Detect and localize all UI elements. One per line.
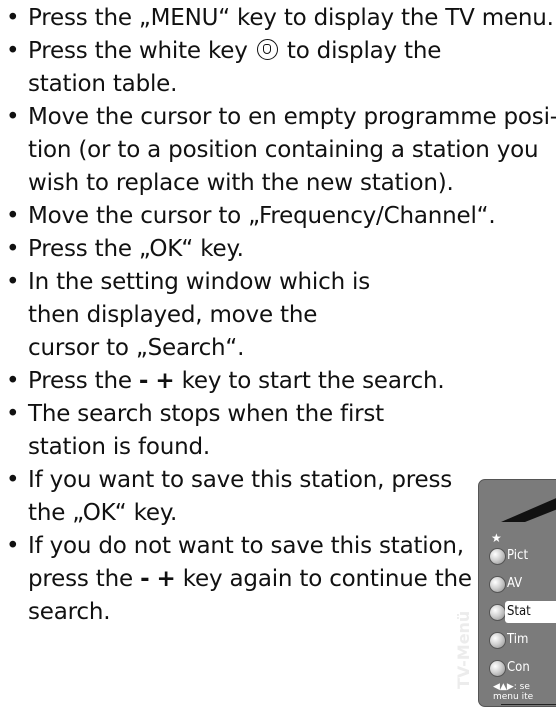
list-item-text: In the setting window which is then disp… [28,269,371,361]
menu-ball-icon [489,548,506,565]
list-item: • The search stops when the first statio… [6,398,466,464]
list-item: • In the setting window which is then di… [6,266,376,365]
list-item-text: Press the „OK“ key. [28,236,244,262]
tv-menu-item-label: Pict [507,548,529,563]
list-item-text: Press the „MENU“ key to display the TV m… [28,5,554,31]
list-item-text: Move the cursor to „Frequency/Channel“. [28,203,496,229]
bullet-dot: • [6,368,20,394]
list-item: • Press the white key to display the sta… [6,35,526,101]
list-item-text: If you want to save this station, press … [28,467,453,526]
list-item: • Press the „MENU“ key to display the TV… [6,2,556,35]
list-item: • Press the - + key to start the search. [6,365,466,398]
minus-key-label: - [140,566,150,592]
list-item: • Move the cursor to „Frequency/Channel“… [6,200,546,233]
star-icon: ★ [491,531,502,545]
bullet-dot: • [6,401,20,427]
list-item: • Move the cursor to en empty programme … [6,101,556,200]
menu-ball-icon [489,604,506,621]
list-item-text: key to start the search. [181,368,445,394]
hint-line: menu ite [493,692,534,702]
menu-ball-icon [489,576,506,593]
plus-key-label: + [156,566,176,592]
minus-key-label: - [138,368,149,394]
station-table-key-icon [256,39,278,60]
list-item-text: The search stops when the first station … [28,401,384,460]
bullet-dot: • [6,104,20,130]
list-item: • If you do not want to save this statio… [6,530,476,629]
tv-menu-item-timer[interactable]: Tim [485,629,556,651]
bullet-dot: • [6,467,20,493]
menu-ball-icon [489,632,506,649]
plus-key-label: + [155,368,175,394]
bullet-dot: • [6,533,20,559]
bullet-dot: • [6,236,20,262]
divider [501,704,556,705]
tv-menu-item-stations[interactable]: Stat [485,601,556,623]
hint-line: ◀▲▶: se [493,682,530,692]
bullet-dot: • [6,38,20,64]
tv-menu-panel: ★ Pict AV Stat Tim Con TV-Menü ◀▲▶: se m… [454,479,556,707]
tv-menu-item-av[interactable]: AV [485,573,556,595]
bullet-dot: • [6,203,20,229]
list-item-text: Press the [28,368,132,394]
list-item-text: Press the white key [28,38,248,64]
list-item: • Press the „OK“ key. [6,233,466,266]
tv-menu-item-label: Tim [507,632,529,647]
tv-menu-item-picture[interactable]: Pict [485,545,556,567]
bullet-dot: • [6,5,20,31]
tv-menu-item-label: AV [507,576,523,591]
tv-menu-item-label: Con [507,660,530,675]
bullet-dot: • [6,269,20,295]
list-item-text: Move the cursor to en empty programme po… [28,104,556,196]
tv-menu-item-label: Stat [507,604,531,619]
list-item: • If you want to save this station, pres… [6,464,466,530]
brand-logo [501,496,556,522]
